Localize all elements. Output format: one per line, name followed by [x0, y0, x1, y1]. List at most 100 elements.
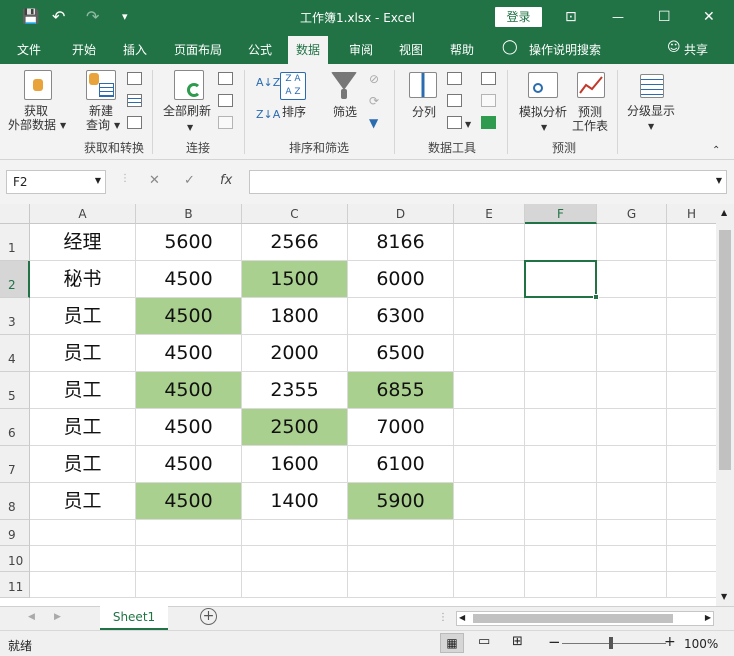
cell-b4[interactable]: 4500	[136, 335, 242, 372]
login-button[interactable]: 登录	[495, 7, 542, 27]
cell-c1[interactable]: 2566	[242, 224, 348, 261]
cell-e11[interactable]	[454, 572, 525, 598]
vertical-scrollbar[interactable]: ▲ ▼	[716, 204, 734, 606]
cell-a2[interactable]: 秘书	[30, 261, 136, 298]
relationships-icon[interactable]	[481, 94, 496, 107]
cancel-icon[interactable]: ✕	[149, 173, 160, 188]
ribbon-display-options-icon[interactable]: ⊡	[565, 8, 577, 26]
cell-d4[interactable]: 6500	[348, 335, 454, 372]
cell-d1[interactable]: 8166	[348, 224, 454, 261]
cell-d9[interactable]	[348, 520, 454, 546]
column-header-f[interactable]: F	[525, 204, 597, 224]
close-icon[interactable]: ✕	[703, 8, 715, 26]
get-external-label[interactable]: 获取	[24, 104, 48, 118]
cell-a4[interactable]: 员工	[30, 335, 136, 372]
cell-e6[interactable]	[454, 409, 525, 446]
external-data-icon[interactable]	[24, 70, 52, 100]
cell-c4[interactable]: 2000	[242, 335, 348, 372]
cell-e3[interactable]	[454, 298, 525, 335]
cell-g8[interactable]	[597, 483, 667, 520]
outline-icon[interactable]	[640, 74, 664, 98]
refresh-all-icon[interactable]	[174, 70, 204, 100]
cell-f9[interactable]	[525, 520, 597, 546]
chevron-down-icon[interactable]: ▼	[716, 176, 722, 185]
cell-a1[interactable]: 经理	[30, 224, 136, 261]
redo-icon[interactable]: ↷	[86, 8, 99, 26]
cell-c7[interactable]: 1600	[242, 446, 348, 483]
connections-icon[interactable]	[218, 72, 233, 85]
cell-b5[interactable]: 4500	[136, 372, 242, 409]
tab-file[interactable]: 文件	[17, 41, 41, 58]
cell-b2[interactable]: 4500	[136, 261, 242, 298]
tab-data[interactable]: 数据	[288, 36, 329, 64]
cell-h5[interactable]	[667, 372, 716, 409]
cell-h9[interactable]	[667, 520, 716, 546]
cell-h2[interactable]	[667, 261, 716, 298]
outline-label[interactable]: 分级显示	[627, 104, 675, 118]
cell-g4[interactable]	[597, 335, 667, 372]
cell-b11[interactable]	[136, 572, 242, 598]
sheet-next-icon[interactable]: ▶	[54, 612, 61, 622]
cell-g6[interactable]	[597, 409, 667, 446]
formula-input[interactable]: ▼	[249, 170, 727, 194]
maximize-icon[interactable]: ☐	[658, 8, 671, 26]
cell-g7[interactable]	[597, 446, 667, 483]
new-query-icon[interactable]	[86, 70, 116, 100]
new-query-label2[interactable]: 查询	[86, 118, 110, 132]
cell-d6[interactable]: 7000	[348, 409, 454, 446]
cell-g9[interactable]	[597, 520, 667, 546]
cell-a3[interactable]: 员工	[30, 298, 136, 335]
cell-d2[interactable]: 6000	[348, 261, 454, 298]
tab-insert[interactable]: 插入	[123, 41, 147, 58]
scroll-down-icon[interactable]: ▼	[721, 592, 727, 601]
row-header-11[interactable]: 11	[0, 572, 30, 598]
cell-b10[interactable]	[136, 546, 242, 572]
advanced-filter-icon[interactable]: ▼	[369, 116, 378, 130]
cell-h1[interactable]	[667, 224, 716, 261]
active-cell-selection[interactable]	[524, 260, 599, 300]
tab-home[interactable]: 开始	[72, 41, 96, 58]
cell-f6[interactable]	[525, 409, 597, 446]
row-header-8[interactable]: 8	[0, 483, 30, 520]
row-header-9[interactable]: 9	[0, 520, 30, 546]
sort-descending-icon[interactable]: Z↓A	[256, 108, 280, 122]
flash-fill-icon[interactable]	[447, 72, 462, 85]
column-header-a[interactable]: A	[30, 204, 136, 224]
cell-f5[interactable]	[525, 372, 597, 409]
cell-e9[interactable]	[454, 520, 525, 546]
row-header-7[interactable]: 7	[0, 446, 30, 483]
zoom-slider-thumb[interactable]	[609, 637, 613, 649]
row-header-3[interactable]: 3	[0, 298, 30, 335]
cell-h10[interactable]	[667, 546, 716, 572]
tab-split-grip-icon[interactable]: ⋮	[438, 612, 448, 623]
zoom-in-icon[interactable]: +	[664, 634, 676, 650]
remove-duplicates-icon[interactable]	[447, 94, 462, 107]
column-header-e[interactable]: E	[454, 204, 525, 224]
cell-c9[interactable]	[242, 520, 348, 546]
text-to-columns-label[interactable]: 分列	[412, 105, 436, 119]
column-header-g[interactable]: G	[597, 204, 667, 224]
cell-d10[interactable]	[348, 546, 454, 572]
cell-a9[interactable]	[30, 520, 136, 546]
sort-icon[interactable]: Z AA Z	[280, 72, 306, 100]
zoom-level[interactable]: 100%	[684, 637, 718, 651]
text-to-columns-icon[interactable]	[409, 72, 437, 98]
sort-label[interactable]: 排序	[282, 105, 306, 119]
tab-review[interactable]: 审阅	[349, 41, 373, 58]
column-header-d[interactable]: D	[348, 204, 454, 224]
select-all-corner[interactable]	[0, 204, 30, 224]
cell-g3[interactable]	[597, 298, 667, 335]
cell-a8[interactable]: 员工	[30, 483, 136, 520]
vertical-scroll-thumb[interactable]	[719, 230, 731, 470]
cell-d8[interactable]: 5900	[348, 483, 454, 520]
cell-a5[interactable]: 员工	[30, 372, 136, 409]
row-header-10[interactable]: 10	[0, 546, 30, 572]
cell-g10[interactable]	[597, 546, 667, 572]
cell-c3[interactable]: 1800	[242, 298, 348, 335]
data-model-icon[interactable]	[481, 116, 496, 129]
cell-f1[interactable]	[525, 224, 597, 261]
cell-e7[interactable]	[454, 446, 525, 483]
collapse-ribbon-icon[interactable]: ⌃	[712, 144, 720, 158]
sheet-prev-icon[interactable]: ◀	[28, 612, 35, 622]
fill-handle[interactable]	[593, 294, 599, 300]
